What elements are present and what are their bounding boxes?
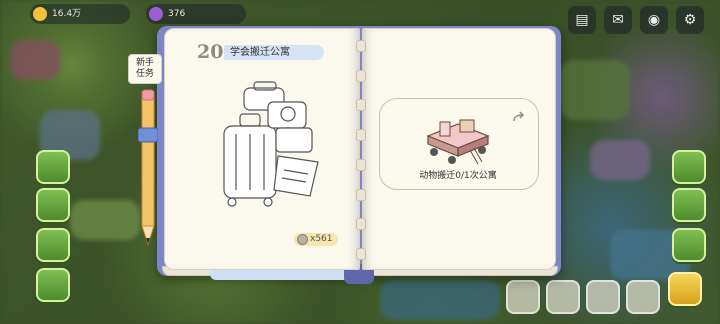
reward-amount: x561	[310, 234, 333, 244]
task-title: 学会搬迁公寓	[224, 45, 324, 60]
coin-amount: 16.4万	[52, 9, 82, 19]
left-menu-button-4[interactable]	[36, 268, 70, 302]
top-right-menu: ▤ ✉ ◉ ⚙	[568, 6, 704, 34]
go-arrow-icon[interactable]	[511, 109, 527, 125]
bottom-menu-button-3[interactable]	[586, 280, 620, 314]
coin-icon	[297, 234, 308, 245]
camera-icon: ◉	[647, 12, 661, 28]
apartment-platform-icon	[426, 119, 490, 165]
gem-icon	[149, 7, 163, 21]
left-menu-button-2[interactable]	[36, 188, 70, 222]
notebook-binding	[356, 40, 366, 260]
gear-icon: ⚙	[683, 12, 697, 28]
bottom-menu-button-2[interactable]	[546, 280, 580, 314]
coin-icon	[33, 7, 47, 21]
coin-counter[interactable]: 16.4万	[30, 4, 130, 24]
beginner-tasks-tab[interactable]: 新手 任务	[128, 54, 162, 84]
luggage-illustration	[223, 81, 319, 207]
bag-button[interactable]: ▤	[568, 6, 596, 34]
right-menu-button-3[interactable]	[672, 228, 706, 262]
bag-icon: ▤	[575, 12, 589, 28]
task-goal-text: 动物搬迁0/1次公寓	[419, 171, 497, 181]
mail-icon: ✉	[612, 12, 624, 28]
right-menu-button-2[interactable]	[672, 188, 706, 222]
pencil-icon	[138, 89, 158, 246]
mail-button[interactable]: ✉	[604, 6, 632, 34]
right-menu-button-1[interactable]	[672, 150, 706, 184]
left-menu-button-3[interactable]	[36, 228, 70, 262]
gem-amount: 376	[168, 9, 186, 19]
settings-button[interactable]: ⚙	[676, 6, 704, 34]
task-number: 20	[197, 41, 224, 63]
camera-button[interactable]: ◉	[640, 6, 668, 34]
bottom-menu-button-1[interactable]	[506, 280, 540, 314]
left-menu-button-1[interactable]	[36, 150, 70, 184]
bottom-menu-button-4[interactable]	[626, 280, 660, 314]
bookmark-ribbon	[210, 270, 350, 280]
gem-counter[interactable]: 376	[146, 4, 246, 24]
resource-bar: 16.4万 376	[30, 4, 246, 24]
right-menu-button-4[interactable]	[668, 272, 702, 306]
reward-badge: x561	[294, 233, 338, 246]
